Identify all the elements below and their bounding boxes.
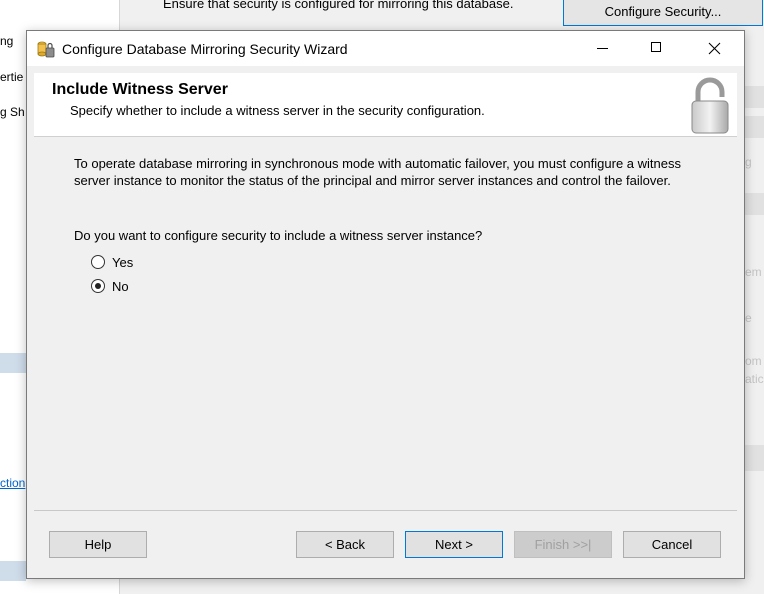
minimize-button[interactable]: [579, 31, 625, 66]
background-button-fragment[interactable]: [745, 116, 764, 138]
radio-no-label[interactable]: No: [112, 279, 129, 294]
radio-button-yes[interactable]: [91, 255, 105, 269]
radio-yes-label[interactable]: Yes: [112, 255, 133, 270]
background-ghost-label: em: [745, 265, 762, 279]
window-title: Configure Database Mirroring Security Wi…: [62, 41, 348, 57]
lock-icon: [691, 77, 729, 134]
question-text: Do you want to configure security to inc…: [74, 228, 483, 243]
footer-divider: [34, 510, 737, 511]
page-subtitle: Specify whether to include a witness ser…: [70, 103, 485, 118]
next-button[interactable]: Next >: [405, 531, 503, 558]
cancel-button[interactable]: Cancel: [623, 531, 721, 558]
radio-button-no[interactable]: [91, 279, 105, 293]
background-ghost-label: atic: [745, 372, 764, 386]
wizard-dialog: Configure Database Mirroring Security Wi…: [26, 30, 745, 579]
maximize-button[interactable]: [633, 31, 679, 66]
background-selection-band: [0, 353, 26, 373]
help-button[interactable]: Help: [49, 531, 147, 558]
background-link[interactable]: ction: [0, 476, 25, 490]
background-button-fragment[interactable]: [745, 193, 764, 215]
page-title: Include Witness Server: [52, 81, 228, 98]
background-selection-band: [0, 561, 26, 581]
background-button-fragment[interactable]: [745, 86, 764, 108]
back-button[interactable]: < Back: [296, 531, 394, 558]
background-left-label: ng: [0, 34, 14, 48]
background-left-label: g Sh: [0, 105, 25, 119]
close-icon[interactable]: [691, 31, 737, 66]
background-ghost-label: om: [745, 354, 762, 368]
configure-security-button[interactable]: Configure Security...: [563, 0, 763, 26]
wizard-header: Include Witness Server Specify whether t…: [34, 73, 737, 137]
database-mirroring-icon: [37, 41, 55, 58]
background-ghost-label: e: [745, 311, 752, 325]
background-description: Ensure that security is configured for m…: [163, 0, 514, 11]
background-button-fragment[interactable]: [745, 445, 764, 471]
title-bar[interactable]: Configure Database Mirroring Security Wi…: [27, 31, 744, 66]
radio-no[interactable]: No: [91, 277, 129, 295]
background-left-label: ertie: [0, 70, 24, 84]
finish-button[interactable]: Finish >>|: [514, 531, 612, 558]
radio-yes[interactable]: Yes: [91, 253, 133, 271]
background-ghost-label: g: [745, 155, 752, 169]
description-text: To operate database mirroring in synchro…: [74, 156, 681, 188]
